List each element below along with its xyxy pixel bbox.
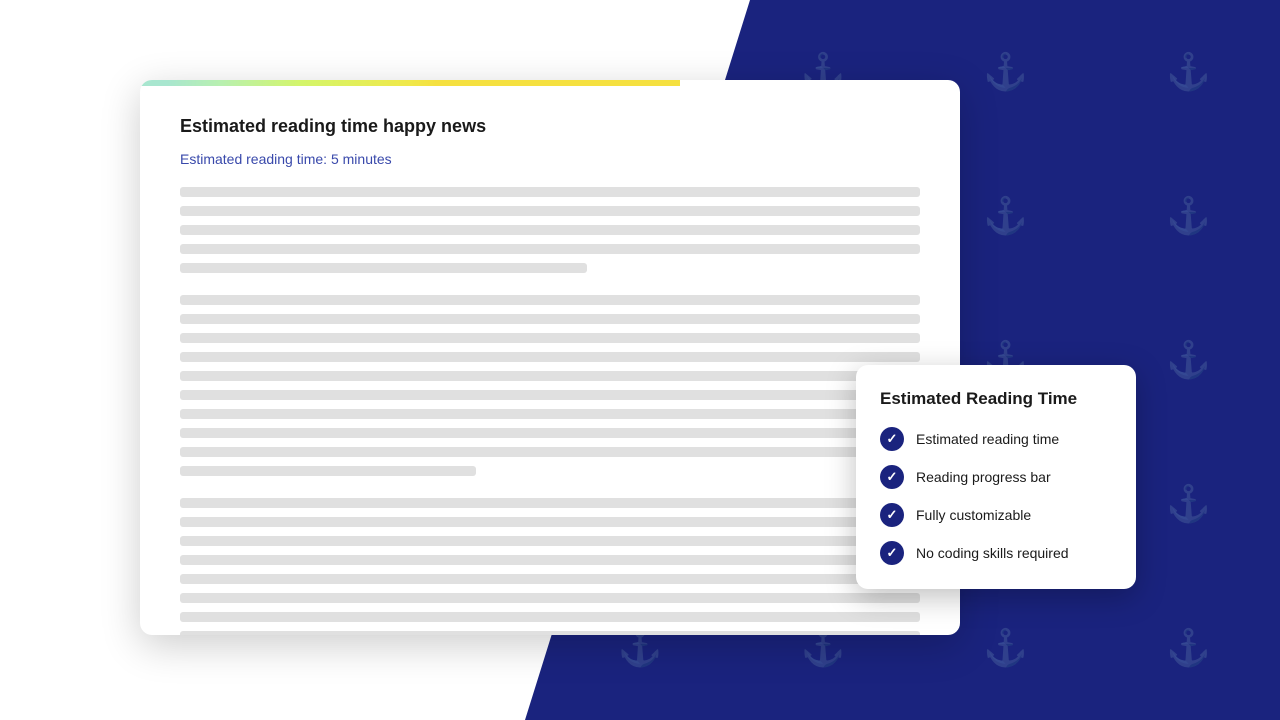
- check-icon-4: [880, 541, 904, 565]
- text-line: [180, 593, 920, 603]
- feature-list: Estimated reading time Reading progress …: [880, 427, 1112, 565]
- text-line: [180, 536, 920, 546]
- text-line: [180, 612, 920, 622]
- text-line: [180, 314, 920, 324]
- text-line: [180, 498, 920, 508]
- text-line: [180, 352, 920, 362]
- text-line: [180, 244, 920, 254]
- text-line: [180, 466, 476, 476]
- spacer: [180, 282, 920, 286]
- text-line: [180, 631, 920, 635]
- text-line: [180, 371, 920, 381]
- content-area: Estimated reading time happy news Estima…: [140, 86, 960, 635]
- text-line: [180, 225, 920, 235]
- text-line: [180, 447, 920, 457]
- check-icon-2: [880, 465, 904, 489]
- feature-item-1: Estimated reading time: [880, 427, 1112, 451]
- text-line: [180, 555, 920, 565]
- article-body: [180, 187, 920, 635]
- page-title: Estimated reading time happy news: [180, 116, 920, 137]
- feature-card-title: Estimated Reading Time: [880, 389, 1112, 409]
- feature-item-2: Reading progress bar: [880, 465, 1112, 489]
- text-line: [180, 409, 920, 419]
- spacer: [180, 485, 920, 489]
- check-icon-1: [880, 427, 904, 451]
- feature-text-1: Estimated reading time: [916, 431, 1059, 447]
- feature-item-4: No coding skills required: [880, 541, 1112, 565]
- feature-card: Estimated Reading Time Estimated reading…: [856, 365, 1136, 589]
- text-line: [180, 187, 920, 197]
- text-line: [180, 574, 920, 584]
- feature-text-3: Fully customizable: [916, 507, 1031, 523]
- anchor-icon: ⚓: [983, 195, 1028, 237]
- feature-text-4: No coding skills required: [916, 545, 1069, 561]
- anchor-icon: ⚓: [983, 627, 1028, 669]
- text-line: [180, 390, 920, 400]
- text-line: [180, 206, 920, 216]
- text-line: [180, 295, 920, 305]
- feature-text-2: Reading progress bar: [916, 469, 1051, 485]
- anchor-icon: ⚓: [1166, 627, 1211, 669]
- anchor-icon: ⚓: [1166, 51, 1211, 93]
- anchor-icon: ⚓: [1166, 195, 1211, 237]
- anchor-icon: ⚓: [1166, 483, 1211, 525]
- reading-time-label: Estimated reading time: 5 minutes: [180, 151, 920, 167]
- check-icon-3: [880, 503, 904, 527]
- text-line: [180, 517, 920, 527]
- browser-window: Estimated reading time happy news Estima…: [140, 80, 960, 635]
- text-line: [180, 333, 920, 343]
- text-line: [180, 263, 587, 273]
- feature-item-3: Fully customizable: [880, 503, 1112, 527]
- text-line: [180, 428, 920, 438]
- anchor-icon: ⚓: [1166, 339, 1211, 381]
- anchor-icon: ⚓: [983, 51, 1028, 93]
